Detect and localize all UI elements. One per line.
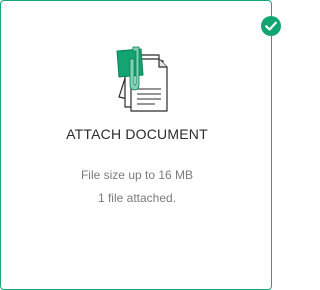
attached-status: 1 file attached. bbox=[97, 191, 177, 205]
check-circle-icon bbox=[261, 16, 281, 36]
card-title: ATTACH DOCUMENT bbox=[66, 126, 208, 142]
attach-document-card[interactable]: ATTACH DOCUMENT File size up to 16 MB 1 … bbox=[0, 0, 281, 290]
file-size-limit: File size up to 16 MB bbox=[80, 168, 194, 182]
document-with-clip-icon bbox=[103, 45, 179, 115]
